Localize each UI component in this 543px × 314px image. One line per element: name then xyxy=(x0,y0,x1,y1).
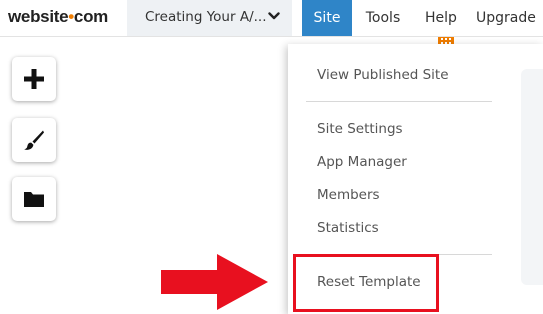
nav-upgrade[interactable]: Upgrade xyxy=(476,0,543,36)
menu-item-view-published-site[interactable]: View Published Site xyxy=(317,67,449,83)
files-button[interactable] xyxy=(12,177,56,221)
chevron-down-icon xyxy=(268,12,280,20)
design-button[interactable] xyxy=(12,118,56,162)
menu-side-panel xyxy=(521,69,543,285)
highlight-box xyxy=(293,254,439,312)
folder-icon xyxy=(24,192,44,207)
nav-help[interactable]: Help xyxy=(418,0,464,36)
menu-item-statistics[interactable]: Statistics xyxy=(317,220,379,236)
nav-site[interactable]: Site xyxy=(302,0,352,36)
menu-divider xyxy=(306,101,492,102)
top-bar: website•com Creating Your A/... Site Too… xyxy=(0,0,543,37)
site-selector[interactable]: Creating Your A/... xyxy=(127,0,292,36)
menu-item-app-manager[interactable]: App Manager xyxy=(317,154,407,170)
menu-item-members[interactable]: Members xyxy=(317,187,380,203)
nav-tools[interactable]: Tools xyxy=(357,0,409,36)
site-title-label: Creating Your A/... xyxy=(145,9,267,25)
red-arrow-icon xyxy=(161,254,268,310)
paintbrush-icon xyxy=(24,130,44,150)
add-element-button[interactable] xyxy=(12,57,56,101)
menu-item-site-settings[interactable]: Site Settings xyxy=(317,121,403,137)
logo[interactable]: website•com xyxy=(8,7,108,27)
plus-icon xyxy=(24,69,44,89)
